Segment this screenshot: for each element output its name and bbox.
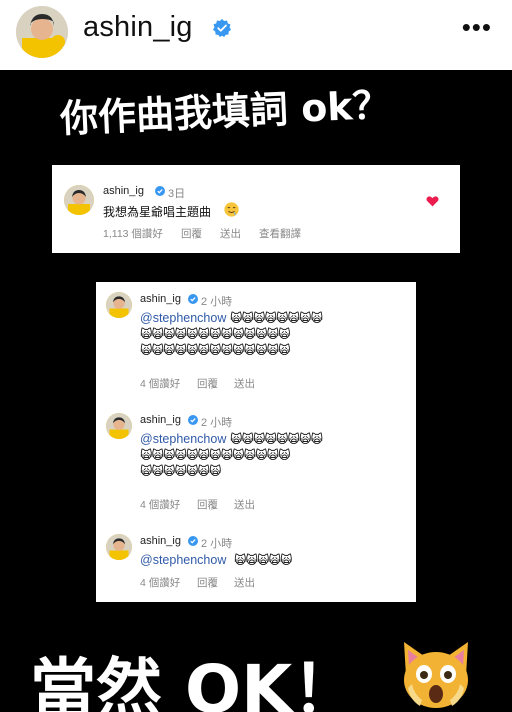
scream-cat-icon [404,642,468,708]
reply-mention[interactable]: @stephenchow [140,553,226,567]
reply-reply[interactable]: 回覆 [197,575,218,590]
cat-emoji-line: 🙀🙀🙀🙀🙀🙀🙀🙀🙀🙀🙀🙀🙀 [140,327,291,341]
comment-time: 3日 [168,188,186,200]
cat-emoji-line: 🙀🙀🙀🙀🙀🙀🙀🙀🙀🙀🙀🙀🙀 [140,343,291,357]
username[interactable]: ashin_ig [83,11,193,44]
reply-username: ashin_ig [140,535,181,547]
verified-badge-icon [155,186,165,196]
reply-send[interactable]: 送出 [234,575,255,590]
verified-badge-icon [188,415,198,425]
reply-screenshot: ashin_ig 2 小時 @stephenchow 🙀🙀🙀🙀🙀🙀🙀🙀 🙀🙀🙀🙀… [96,282,416,602]
reply-time: 2 小時 [201,417,233,429]
cat-emoji-line: 🙀🙀🙀🙀🙀🙀🙀 [140,464,222,478]
reply-time: 2 小時 [201,296,233,308]
story-title-bottom: 當然 OK！ [30,651,359,712]
reply-avatar [106,413,132,439]
cat-emoji-line: 🙀🙀🙀🙀🙀 [234,553,293,567]
comment-reply[interactable]: 回覆 [181,226,202,241]
reply-likes[interactable]: 4 個讚好 [140,497,180,512]
reply-reply[interactable]: 回覆 [197,497,218,512]
cat-emoji-line: 🙀🙀🙀🙀🙀🙀🙀🙀 [230,432,323,446]
reply-username: ashin_ig [140,414,181,426]
comment-text: 我想為星爺唱主題曲 [103,205,212,219]
comment-translate[interactable]: 查看翻譯 [259,226,301,241]
verified-badge-icon [188,536,198,546]
comment-screenshot-main: ashin_ig 3日 我想為星爺唱主題曲 1,113 個讚好 回覆 送出 查看… [52,165,460,253]
story-image: 你作曲我填詞 ok？ ashin_ig 3日 我想為星爺唱主題曲 1,113 個… [0,70,512,712]
comment-username: ashin_ig [103,185,144,197]
reply-avatar [106,534,132,560]
reply-send[interactable]: 送出 [234,376,255,391]
cat-emoji-line: 🙀🙀🙀🙀🙀🙀🙀🙀🙀🙀🙀🙀🙀 [140,448,291,462]
reply-mention[interactable]: @stephenchow [140,311,226,325]
more-options-icon[interactable]: ••• [462,14,492,40]
reply-likes[interactable]: 4 個讚好 [140,376,180,391]
reply-send[interactable]: 送出 [234,497,255,512]
heart-icon[interactable] [426,195,439,207]
reply-time: 2 小時 [201,538,233,550]
post-header: ashin_ig ••• [0,0,512,70]
reply-mention[interactable]: @stephenchow [140,432,226,446]
reply-likes[interactable]: 4 個讚好 [140,575,180,590]
reply-username: ashin_ig [140,293,181,305]
profile-avatar[interactable] [16,6,68,58]
comment-likes[interactable]: 1,113 個讚好 [103,226,163,241]
story-title-top: 你作曲我填詞 ok？ [59,82,392,141]
reply-reply[interactable]: 回覆 [197,376,218,391]
verified-badge-icon [188,294,198,304]
comment-send[interactable]: 送出 [220,226,241,241]
verified-badge-icon [213,19,231,37]
comment-avatar [64,185,94,215]
cat-emoji-line: 🙀🙀🙀🙀🙀🙀🙀🙀 [230,311,323,325]
reply-avatar [106,292,132,318]
drooling-face-icon [224,202,239,217]
